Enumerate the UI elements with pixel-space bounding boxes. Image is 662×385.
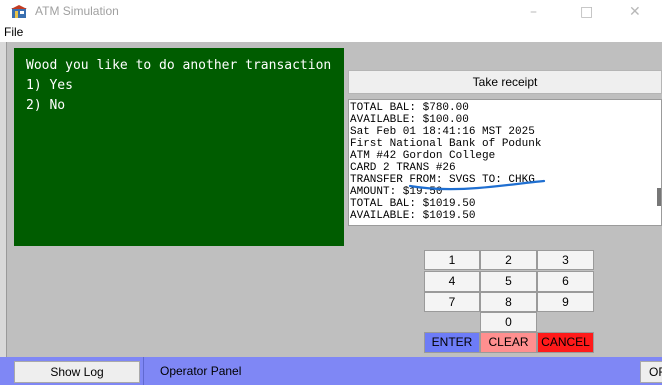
key-6[interactable]: 6: [537, 271, 594, 292]
title-bar: ATM Simulation – □ ✕: [0, 0, 662, 24]
receipt-line: Sat Feb 01 18:41:16 MST 2025: [350, 126, 535, 138]
receipt-line: AVAILABLE: $1019.50: [350, 210, 476, 222]
key-8[interactable]: 8: [480, 292, 537, 312]
menu-file[interactable]: File: [4, 25, 23, 39]
receipt-printout[interactable]: TOTAL BAL: $780.00 AVAILABLE: $100.00 Sa…: [348, 99, 662, 226]
receipt-line: First National Bank of Podunk: [350, 138, 542, 150]
bar-divider: [143, 357, 144, 385]
key-0[interactable]: 0: [480, 312, 537, 332]
underline-annotation: [408, 179, 546, 191]
left-edge-line: [6, 42, 7, 357]
receipt-scroll-thumb[interactable]: [657, 188, 661, 206]
key-7[interactable]: 7: [424, 292, 480, 312]
receipt-line: CARD 2 TRANS #26: [350, 162, 456, 174]
key-1[interactable]: 1: [424, 250, 480, 270]
operator-panel-label: Operator Panel: [160, 364, 242, 378]
show-log-button[interactable]: Show Log: [14, 361, 140, 383]
receipt-line: TOTAL BAL: $1019.50: [350, 198, 476, 210]
key-2[interactable]: 2: [480, 250, 537, 270]
atm-app-icon: [11, 5, 27, 18]
enter-button[interactable]: ENTER: [424, 332, 480, 353]
screen-line: 1) Yes: [26, 78, 73, 93]
clear-button[interactable]: CLEAR: [480, 332, 537, 353]
menu-bar: File: [0, 24, 662, 42]
receipt-line: AVAILABLE: $100.00: [350, 114, 469, 126]
close-button[interactable]: ✕: [629, 4, 641, 20]
screen-line: Wood you like to do another transaction: [26, 58, 332, 73]
maximize-button[interactable]: □: [580, 4, 593, 20]
key-9[interactable]: 9: [537, 292, 594, 312]
take-receipt-button[interactable]: Take receipt: [348, 70, 662, 94]
atm-screen: Wood you like to do another transaction …: [14, 48, 344, 246]
receipt-line: TOTAL BAL: $780.00: [350, 102, 469, 114]
minimize-button[interactable]: –: [530, 4, 537, 20]
key-3[interactable]: 3: [537, 250, 594, 270]
off-button[interactable]: OFF: [640, 361, 662, 383]
receipt-line: ATM #42 Gordon College: [350, 150, 496, 162]
cancel-button[interactable]: CANCEL: [537, 332, 594, 353]
screen-line: 2) No: [26, 98, 66, 113]
key-5[interactable]: 5: [480, 271, 537, 292]
window-title: ATM Simulation: [35, 4, 119, 18]
key-4[interactable]: 4: [424, 271, 480, 292]
